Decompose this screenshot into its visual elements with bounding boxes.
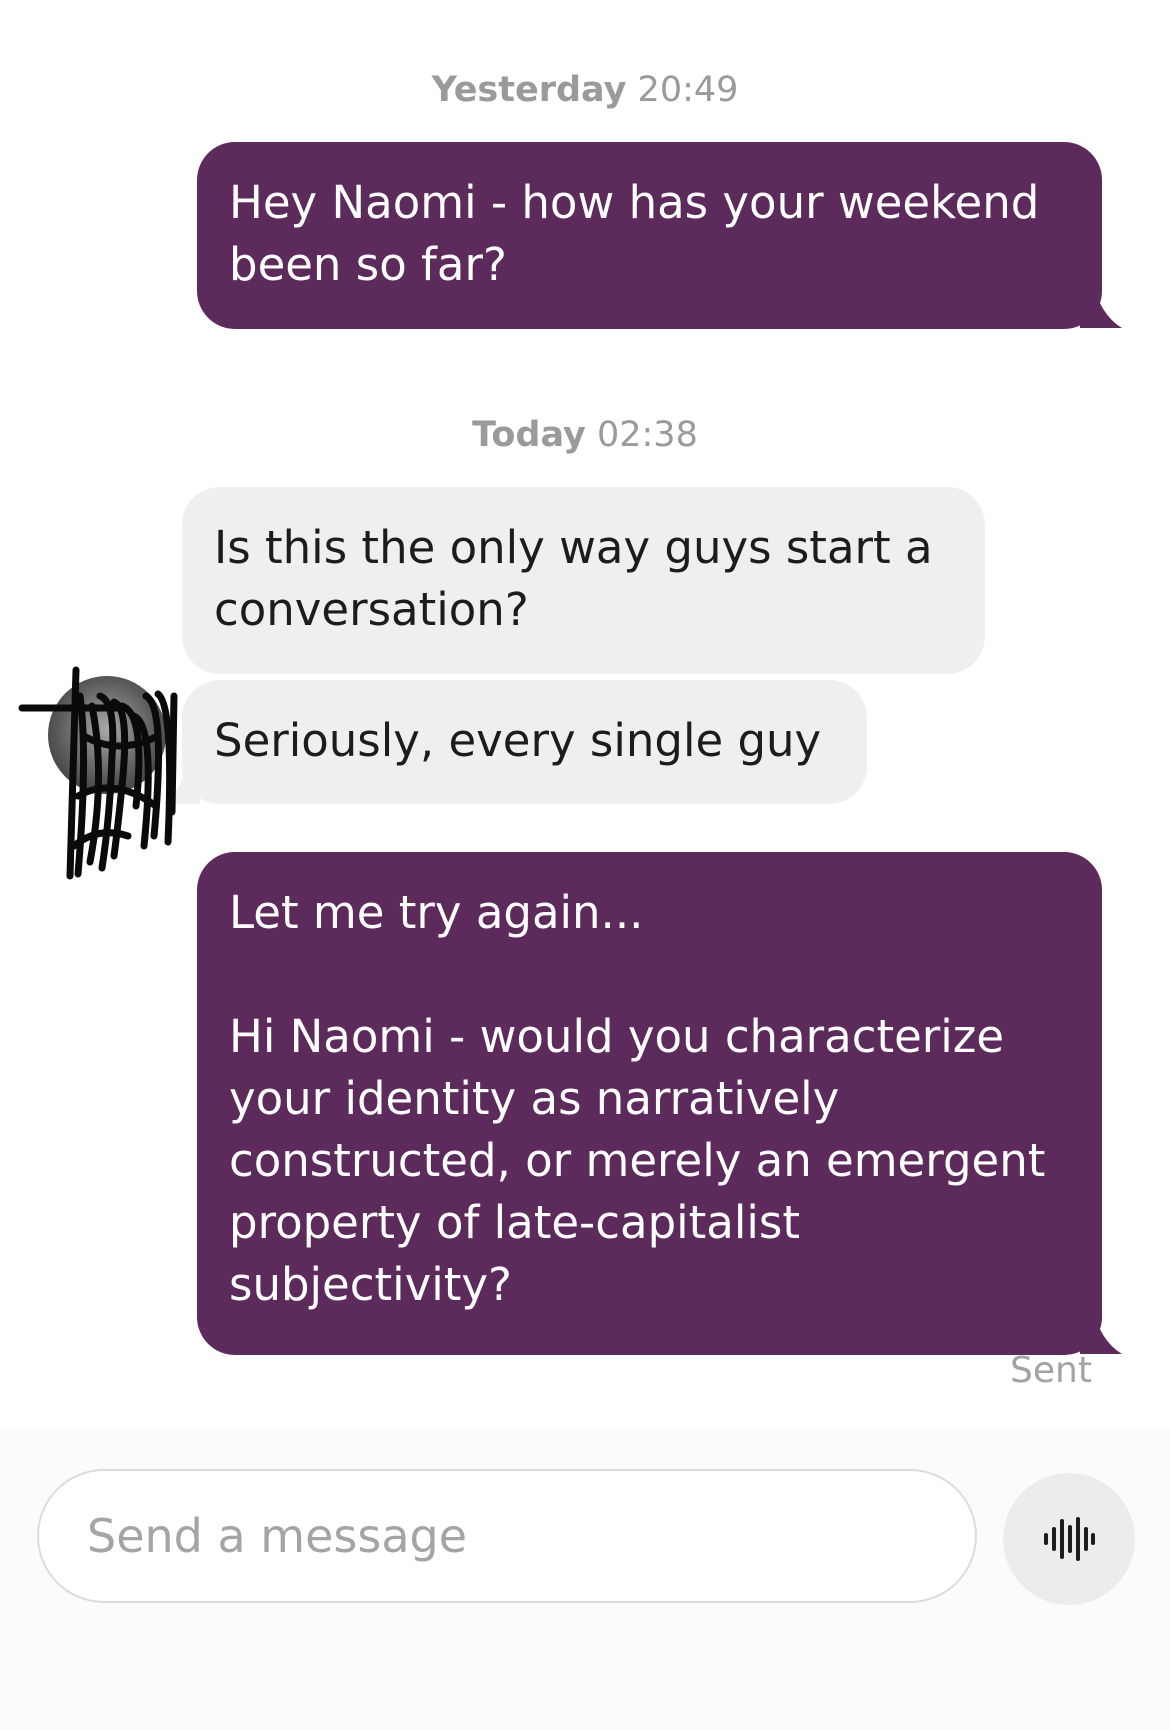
audio-waveform-icon bbox=[1044, 1517, 1095, 1561]
outgoing-message[interactable]: Hey Naomi - how has your weekend been so… bbox=[197, 142, 1102, 329]
scribble-redaction bbox=[18, 666, 178, 880]
timestamp-day: Today bbox=[472, 415, 586, 455]
match-avatar[interactable] bbox=[18, 666, 178, 880]
timestamp-divider: Today 02:38 bbox=[0, 415, 1170, 455]
message-input[interactable] bbox=[37, 1469, 977, 1603]
voice-message-button[interactable] bbox=[1003, 1473, 1135, 1605]
timestamp-time: 02:38 bbox=[596, 415, 698, 455]
incoming-message[interactable]: Is this the only way guys start a conver… bbox=[182, 487, 985, 674]
timestamp-time: 20:49 bbox=[637, 70, 739, 110]
incoming-message[interactable]: Seriously, every single guy bbox=[182, 680, 867, 804]
outgoing-message[interactable]: Let me try again... Hi Naomi - would you… bbox=[197, 852, 1102, 1355]
timestamp-day: Yesterday bbox=[431, 70, 627, 110]
chat-thread: Yesterday 20:49 Hey Naomi - how has your… bbox=[0, 0, 1170, 1430]
outgoing-bubble-tail bbox=[1080, 1306, 1122, 1354]
outgoing-bubble-tail bbox=[1080, 280, 1122, 328]
message-status: Sent bbox=[1010, 1350, 1092, 1391]
timestamp-divider: Yesterday 20:49 bbox=[0, 70, 1170, 110]
